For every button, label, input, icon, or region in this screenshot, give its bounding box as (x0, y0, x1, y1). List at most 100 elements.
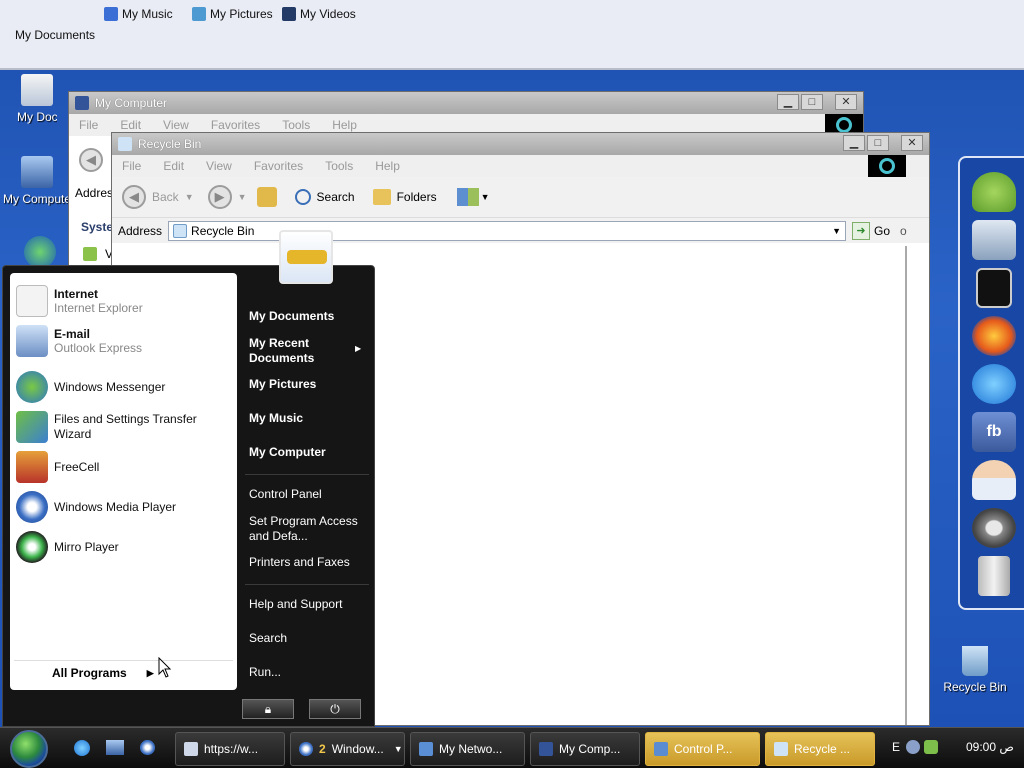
task-button-control-panel[interactable]: Control P... (645, 732, 760, 766)
desktop-icon-recycle-bin[interactable]: Recycle Bin (938, 646, 1012, 694)
shutdown-button[interactable]: ⏻ (309, 699, 361, 719)
start-item-windows-media-player[interactable]: Windows Media Player (16, 491, 176, 523)
address-value: Recycle Bin (191, 223, 255, 238)
menu-help[interactable]: Help (375, 159, 400, 173)
trash-can-icon[interactable] (978, 556, 1010, 596)
task-button-windows-group[interactable]: 2 Window... ▼ (290, 732, 405, 766)
forward-dropdown-icon[interactable]: ▼ (238, 192, 247, 202)
start-right-my-recent-documents[interactable]: My Recent Documents (249, 336, 339, 366)
task-button-my-computer[interactable]: My Comp... (530, 732, 640, 766)
top-folder-bar: My Music My Pictures My Videos My Docume… (0, 0, 1024, 70)
task-button-recycle-bin[interactable]: Recycle ... (765, 732, 875, 766)
menu-edit[interactable]: Edit (163, 159, 184, 173)
close-button[interactable]: ✕ (901, 135, 923, 151)
menu-file[interactable]: File (122, 159, 141, 173)
start-right-my-documents[interactable]: My Documents (249, 309, 334, 323)
desktop-icon-label: My Computer (3, 192, 71, 206)
go-button[interactable]: ➜ Go (852, 221, 891, 240)
task-label: My Comp... (559, 742, 621, 756)
menu-favorites[interactable]: Favorites (211, 118, 260, 132)
start-item-email[interactable]: E-mail Outlook Express (16, 325, 142, 357)
task-button-browser[interactable]: https://w... (175, 732, 285, 766)
menu-view[interactable]: View (163, 118, 189, 132)
start-right-set-program-access[interactable]: Set Program Access and Defa... (249, 514, 359, 544)
start-right-search[interactable]: Search (249, 631, 287, 645)
back-button[interactable]: ◀ (79, 148, 103, 172)
start-right-printers-faxes[interactable]: Printers and Faxes (249, 555, 350, 569)
task-button-my-network[interactable]: My Netwo... (410, 732, 525, 766)
internet-icon (16, 285, 48, 317)
start-item-label: Mirro Player (54, 540, 119, 554)
minimize-button[interactable]: ▁ (777, 94, 799, 110)
lock-button[interactable]: 🔒︎ (242, 699, 294, 719)
facebook-icon[interactable]: fb (972, 412, 1016, 452)
desktop-icon-my-documents[interactable]: My Documents (0, 74, 74, 124)
language-indicator[interactable]: E (892, 740, 900, 754)
menu-help[interactable]: Help (332, 118, 357, 132)
menu-view[interactable]: View (206, 159, 232, 173)
system-clock[interactable]: 09:00 ص (966, 740, 1014, 754)
close-button[interactable]: ✕ (835, 94, 857, 110)
start-right-my-music[interactable]: My Music (249, 411, 303, 425)
menu-favorites[interactable]: Favorites (254, 159, 303, 173)
tray-tool-icon[interactable] (906, 740, 920, 754)
recycle-bin-icon (173, 223, 188, 238)
user-avatar[interactable] (279, 230, 333, 284)
remote-desktop-icon[interactable] (972, 220, 1016, 260)
system-task-item[interactable]: V (83, 247, 113, 261)
menu-tools[interactable]: Tools (325, 159, 353, 173)
start-button[interactable] (10, 730, 48, 768)
back-arrow-icon: ◀ (122, 185, 146, 209)
search-button[interactable]: Search (294, 189, 355, 205)
android-icon[interactable] (972, 172, 1016, 212)
search-icon (294, 189, 311, 205)
start-right-my-pictures[interactable]: My Pictures (249, 377, 316, 391)
start-item-files-settings-transfer[interactable]: Files and Settings Transfer Wizard (16, 411, 214, 443)
start-item-mirro-player[interactable]: Mirro Player (16, 531, 119, 563)
start-right-run[interactable]: Run... (249, 665, 281, 679)
maximize-button[interactable]: □ (801, 94, 823, 110)
start-item-title: Internet (54, 287, 99, 301)
start-item-internet[interactable]: Internet Internet Explorer (16, 285, 143, 317)
folders-button[interactable]: Folders (372, 189, 437, 205)
internet-explorer-icon[interactable] (972, 364, 1016, 404)
menu-file[interactable]: File (79, 118, 98, 132)
settings-gear-icon[interactable] (972, 508, 1016, 548)
forward-button[interactable]: ▶ ▼ (207, 185, 247, 209)
top-my-music-link[interactable]: My Music (104, 7, 173, 21)
back-button[interactable]: ◀ Back ▼ (122, 185, 194, 209)
top-my-videos-label: My Videos (300, 7, 356, 21)
menu-tools[interactable]: Tools (282, 118, 310, 132)
minimize-button[interactable]: ▁ (843, 135, 865, 151)
desktop-icon-my-computer[interactable]: My Computer (0, 156, 74, 206)
window-titlebar: Recycle Bin (112, 133, 929, 155)
divider (14, 660, 233, 661)
start-right-help-support[interactable]: Help and Support (249, 597, 342, 611)
go-label: Go (874, 223, 891, 238)
quick-launch-ie-icon[interactable] (74, 740, 90, 756)
task-label: Window... (331, 742, 384, 756)
top-my-documents-link[interactable]: My Documents (15, 28, 95, 42)
support-agent-icon[interactable] (972, 460, 1016, 500)
behind-window-text: o (900, 223, 907, 238)
menu-edit[interactable]: Edit (120, 118, 141, 132)
address-dropdown-icon[interactable]: ▼ (832, 226, 841, 236)
start-right-my-computer[interactable]: My Computer (249, 445, 326, 459)
firefox-icon[interactable] (972, 316, 1016, 356)
tablet-icon[interactable] (976, 268, 1012, 308)
tray-network-icon[interactable] (924, 740, 938, 754)
start-item-windows-messenger[interactable]: Windows Messenger (16, 371, 165, 403)
quick-launch-media-icon[interactable] (140, 740, 155, 755)
start-item-subtitle: Outlook Express (54, 341, 143, 355)
up-folder-icon[interactable] (256, 187, 277, 207)
start-item-freecell[interactable]: FreeCell (16, 451, 99, 483)
quick-launch-desktop-icon[interactable] (106, 740, 124, 755)
top-my-videos-link[interactable]: My Videos (282, 7, 356, 21)
maximize-button[interactable]: □ (867, 135, 889, 151)
all-programs-button[interactable]: All Programs ▶ (52, 666, 154, 680)
back-dropdown-icon[interactable]: ▼ (185, 192, 194, 202)
start-right-control-panel[interactable]: Control Panel (249, 487, 322, 501)
views-button[interactable]: ▼ (456, 188, 490, 206)
top-my-pictures-link[interactable]: My Pictures (192, 7, 273, 21)
address-field[interactable]: Recycle Bin ▼ (168, 220, 847, 241)
